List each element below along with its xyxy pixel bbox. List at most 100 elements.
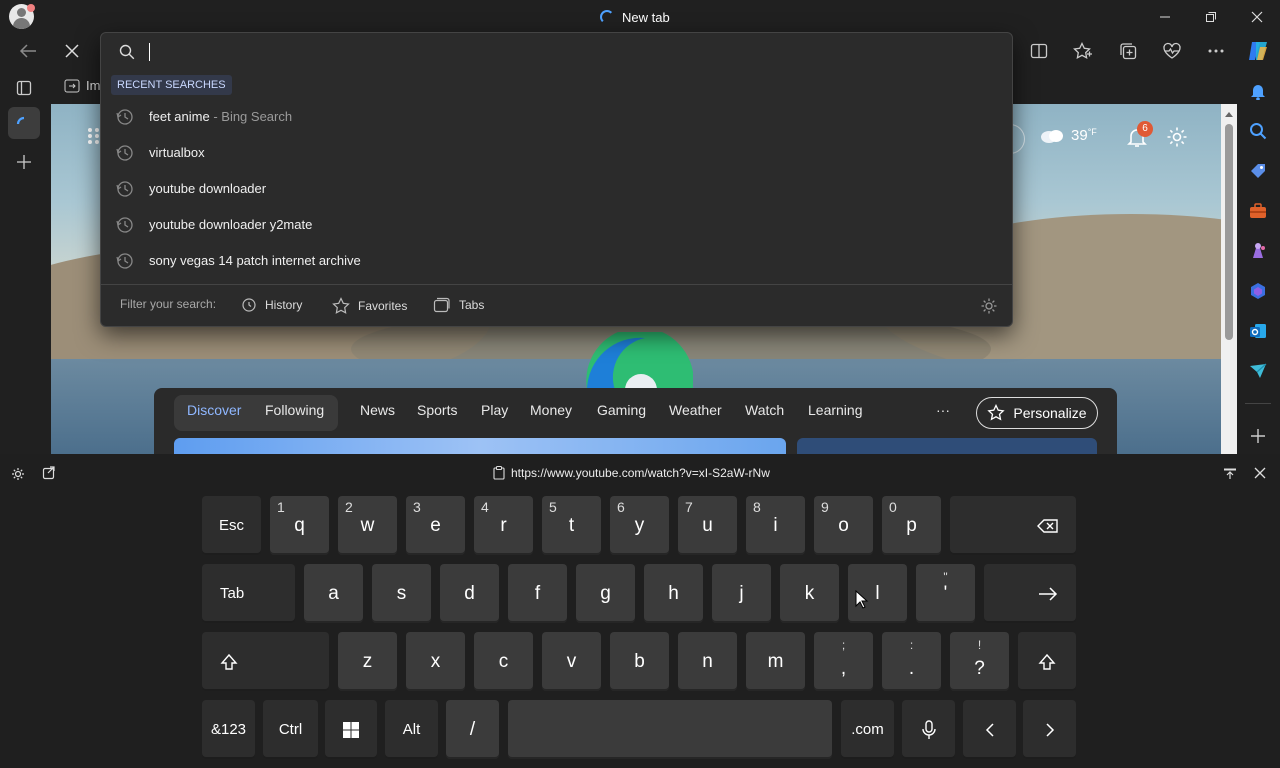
outlook-icon[interactable] xyxy=(1249,322,1267,340)
key-g[interactable]: g xyxy=(576,564,635,623)
scroll-up-icon[interactable] xyxy=(1224,110,1234,118)
key-alt[interactable]: Alt xyxy=(385,700,438,759)
key-numbers-toggle[interactable]: &123 xyxy=(202,700,255,759)
nav-news[interactable]: News xyxy=(360,402,395,418)
drop-send-icon[interactable] xyxy=(1249,362,1267,380)
address-bar-input[interactable] xyxy=(147,40,987,64)
close-icon[interactable] xyxy=(1254,467,1266,479)
vertical-tab-newtab[interactable] xyxy=(8,107,40,139)
key-space[interactable] xyxy=(508,700,832,759)
key-f[interactable]: f xyxy=(508,564,567,623)
nav-gaming[interactable]: Gaming xyxy=(597,402,646,418)
key-shift-left[interactable] xyxy=(202,632,329,691)
key-w[interactable]: 2w xyxy=(338,496,397,555)
shopping-tag-icon[interactable] xyxy=(1249,162,1267,180)
filter-tabs-button[interactable]: Tabs xyxy=(433,297,484,313)
tab-discover[interactable]: Discover xyxy=(187,402,241,418)
back-button[interactable] xyxy=(14,37,42,65)
key-z[interactable]: z xyxy=(338,632,397,691)
suggestion-item[interactable]: youtube downloader xyxy=(101,171,1012,207)
key-ctrl[interactable]: Ctrl xyxy=(263,700,318,759)
key-arrow-left[interactable] xyxy=(963,700,1016,759)
key-t[interactable]: 5t xyxy=(542,496,601,555)
suggestion-item[interactable]: youtube downloader y2mate xyxy=(101,207,1012,243)
collections-button[interactable] xyxy=(1114,37,1142,65)
key-m[interactable]: m xyxy=(746,632,805,691)
plus-icon[interactable] xyxy=(1250,428,1266,444)
nav-watch[interactable]: Watch xyxy=(745,402,784,418)
key-microphone[interactable] xyxy=(902,700,955,759)
filter-favorites-button[interactable]: Favorites xyxy=(332,297,407,314)
suggestion-item[interactable]: feet anime - Bing Search xyxy=(101,99,1012,135)
key-p[interactable]: 0p xyxy=(882,496,941,555)
key-c[interactable]: c xyxy=(474,632,533,691)
key-windows[interactable] xyxy=(325,700,377,759)
key-b[interactable]: b xyxy=(610,632,669,691)
active-tab[interactable]: New tab xyxy=(600,7,670,27)
key-shift-right[interactable] xyxy=(1018,632,1076,691)
bell-icon[interactable] xyxy=(1249,82,1267,100)
tab-following[interactable]: Following xyxy=(265,402,324,418)
clipboard-icon[interactable] xyxy=(42,466,56,480)
stop-loading-button[interactable] xyxy=(58,37,86,65)
key-question[interactable]: !? xyxy=(950,632,1009,691)
key-n[interactable]: n xyxy=(678,632,737,691)
page-settings-button[interactable] xyxy=(1166,126,1188,153)
clipboard-suggestion[interactable]: https://www.youtube.com/watch?v=xI-S2aW-… xyxy=(493,466,770,480)
favorites-button[interactable] xyxy=(1069,37,1097,65)
games-icon[interactable] xyxy=(1249,242,1267,260)
settings-more-button[interactable] xyxy=(1202,37,1230,65)
key-arrow-right[interactable] xyxy=(1023,700,1076,759)
key-e[interactable]: 3e xyxy=(406,496,465,555)
minimize-button[interactable] xyxy=(1142,0,1188,33)
gear-icon[interactable] xyxy=(11,467,25,481)
feed-card[interactable] xyxy=(797,438,1097,454)
key-tab[interactable]: Tab xyxy=(202,564,295,623)
copilot-button[interactable] xyxy=(1244,37,1272,65)
favorite-import-link[interactable]: Im xyxy=(64,78,100,93)
key-backspace[interactable] xyxy=(950,496,1076,555)
new-tab-button[interactable] xyxy=(10,148,38,176)
key-u[interactable]: 7u xyxy=(678,496,737,555)
apps-launcher-button[interactable] xyxy=(87,126,101,151)
key-period[interactable]: :. xyxy=(882,632,941,691)
feed-card[interactable] xyxy=(174,438,786,454)
key-j[interactable]: j xyxy=(712,564,771,623)
key-slash[interactable]: / xyxy=(446,700,499,759)
key-comma[interactable]: ;, xyxy=(814,632,873,691)
scrollbar-thumb[interactable] xyxy=(1225,124,1233,340)
restore-button[interactable] xyxy=(1188,0,1234,33)
key-h[interactable]: h xyxy=(644,564,703,623)
close-window-button[interactable] xyxy=(1234,0,1280,33)
key-esc[interactable]: Esc xyxy=(202,496,261,555)
key-k[interactable]: k xyxy=(780,564,839,623)
nav-sports[interactable]: Sports xyxy=(417,402,457,418)
key-y[interactable]: 6y xyxy=(610,496,669,555)
key-s[interactable]: s xyxy=(372,564,431,623)
browser-essentials-button[interactable] xyxy=(1158,37,1186,65)
nav-weather[interactable]: Weather xyxy=(669,402,722,418)
notifications-button[interactable]: 6 xyxy=(1126,121,1153,150)
filter-history-button[interactable]: History xyxy=(241,297,302,313)
search-icon[interactable] xyxy=(1249,122,1267,140)
tab-actions-button[interactable] xyxy=(10,74,38,102)
tools-icon[interactable] xyxy=(1249,202,1267,220)
nav-play[interactable]: Play xyxy=(481,402,508,418)
key-enter[interactable] xyxy=(984,564,1076,623)
nav-money[interactable]: Money xyxy=(530,402,572,418)
key-x[interactable]: x xyxy=(406,632,465,691)
key-i[interactable]: 8i xyxy=(746,496,805,555)
suggestion-item[interactable]: virtualbox xyxy=(101,135,1012,171)
key-d[interactable]: d xyxy=(440,564,499,623)
key-q[interactable]: 1q xyxy=(270,496,329,555)
key-v[interactable]: v xyxy=(542,632,601,691)
microsoft-365-icon[interactable] xyxy=(1249,282,1267,300)
nav-learning[interactable]: Learning xyxy=(808,402,863,418)
key-r[interactable]: 4r xyxy=(474,496,533,555)
keyboard-dock-icon[interactable] xyxy=(1223,467,1237,481)
split-screen-button[interactable] xyxy=(1025,37,1053,65)
key-apostrophe[interactable]: " ' xyxy=(916,564,975,623)
suggestion-item[interactable]: sony vegas 14 patch internet archive xyxy=(101,243,1012,279)
key-o[interactable]: 9o xyxy=(814,496,873,555)
gear-icon[interactable] xyxy=(980,297,998,315)
